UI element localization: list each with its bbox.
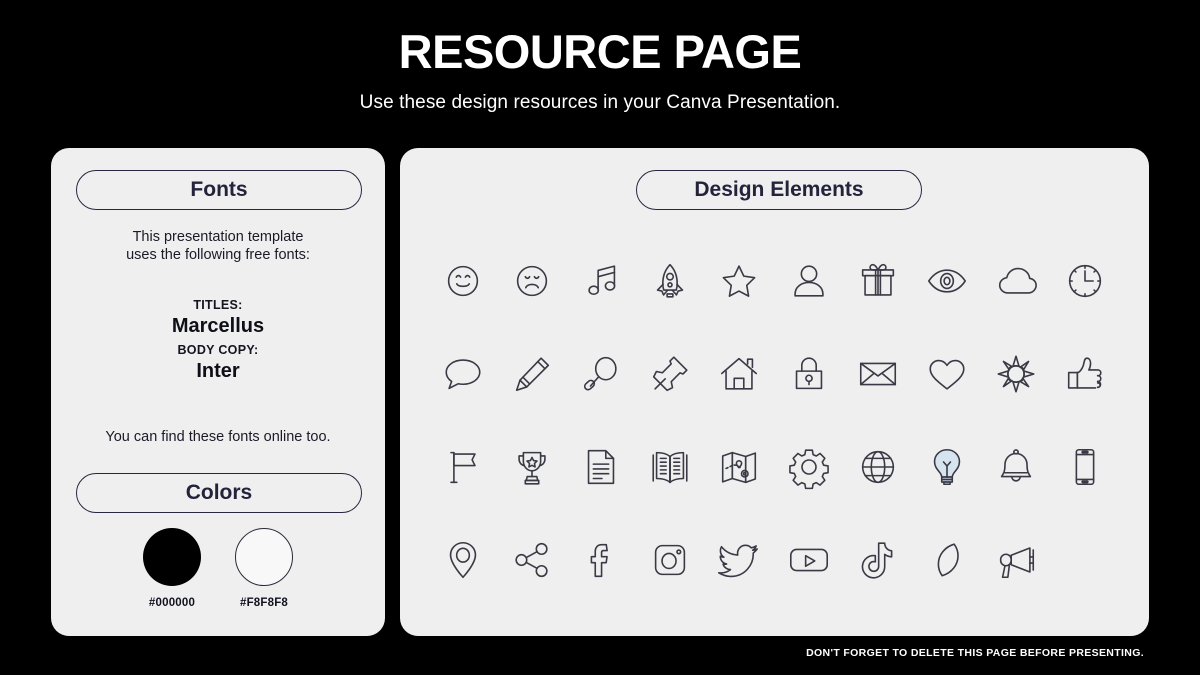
share-icon[interactable] — [502, 530, 562, 590]
fonts-intro-line-2: uses the following free fonts: — [126, 247, 310, 264]
body-font-name: Inter — [196, 360, 240, 382]
gear-icon[interactable] — [779, 437, 839, 497]
fonts-intro-line-1: This presentation template — [132, 229, 304, 245]
globe-icon[interactable] — [848, 437, 908, 497]
moon-icon[interactable] — [917, 530, 977, 590]
open-book-icon[interactable] — [640, 437, 700, 497]
design-elements-section-header: Design Elements — [636, 170, 922, 210]
body-font-label: BODY COPY: — [177, 343, 259, 357]
fonts-section-header: Fonts — [76, 170, 362, 210]
pencil-icon[interactable] — [502, 344, 562, 404]
gift-icon[interactable] — [848, 251, 908, 311]
star-icon[interactable] — [709, 251, 769, 311]
lock-icon[interactable] — [779, 344, 839, 404]
rocket-icon[interactable] — [640, 251, 700, 311]
colors-section-header: Colors — [76, 473, 362, 513]
footer-reminder: DON'T FORGET TO DELETE THIS PAGE BEFORE … — [806, 647, 1144, 659]
titles-font-group: TITLES: Marcellus — [51, 298, 385, 339]
clock-icon[interactable] — [1055, 251, 1115, 311]
eye-icon[interactable] — [917, 251, 977, 311]
envelope-icon[interactable] — [848, 344, 908, 404]
youtube-icon[interactable] — [779, 530, 839, 590]
person-icon[interactable] — [779, 251, 839, 311]
megaphone-icon[interactable] — [986, 530, 1046, 590]
tiktok-icon[interactable] — [848, 530, 908, 590]
body-font-group: BODY COPY: Inter — [51, 343, 385, 384]
titles-font-name: Marcellus — [171, 315, 265, 337]
color-swatch-row: #000000 #F8F8F8 — [51, 528, 385, 609]
resource-page: RESOURCE PAGE Use these design resources… — [0, 0, 1200, 675]
color-swatch-item: #F8F8F8 — [221, 528, 307, 609]
facebook-icon[interactable] — [571, 530, 631, 590]
lightbulb-icon[interactable] — [917, 437, 977, 497]
page-subtitle: Use these design resources in your Canva… — [359, 92, 841, 113]
color-swatch-label: #000000 — [148, 597, 196, 609]
smiley-face-icon[interactable] — [433, 251, 493, 311]
design-elements-grid — [428, 234, 1120, 606]
titles-font-label: TITLES: — [193, 298, 243, 312]
map-icon[interactable] — [709, 437, 769, 497]
house-icon[interactable] — [709, 344, 769, 404]
fonts-intro: This presentation template uses the foll… — [51, 228, 385, 264]
trophy-icon[interactable] — [502, 437, 562, 497]
document-icon[interactable] — [571, 437, 631, 497]
page-title: RESOURCE PAGE — [398, 25, 802, 78]
sun-icon[interactable] — [986, 344, 1046, 404]
color-swatch-item: #000000 — [129, 528, 215, 609]
magnifying-glass-icon[interactable] — [571, 344, 631, 404]
heart-icon[interactable] — [917, 344, 977, 404]
design-elements-card: Design Elements — [400, 148, 1149, 636]
sad-face-icon[interactable] — [502, 251, 562, 311]
color-swatch-label: #F8F8F8 — [239, 597, 289, 609]
speech-bubble-icon[interactable] — [433, 344, 493, 404]
instagram-icon[interactable] — [640, 530, 700, 590]
thumbs-up-icon[interactable] — [1055, 344, 1115, 404]
twitter-icon[interactable] — [709, 530, 769, 590]
black-swatch — [143, 528, 201, 586]
music-note-icon[interactable] — [571, 251, 631, 311]
cloud-icon[interactable] — [986, 251, 1046, 311]
phone-icon[interactable] — [1055, 437, 1115, 497]
location-pin-icon[interactable] — [433, 530, 493, 590]
bell-icon[interactable] — [986, 437, 1046, 497]
fonts-card: Fonts This presentation template uses th… — [51, 148, 385, 636]
off-white-swatch — [235, 528, 293, 586]
push-pin-icon[interactable] — [640, 344, 700, 404]
flag-icon[interactable] — [433, 437, 493, 497]
fonts-note: You can find these fonts online too. — [105, 429, 331, 445]
